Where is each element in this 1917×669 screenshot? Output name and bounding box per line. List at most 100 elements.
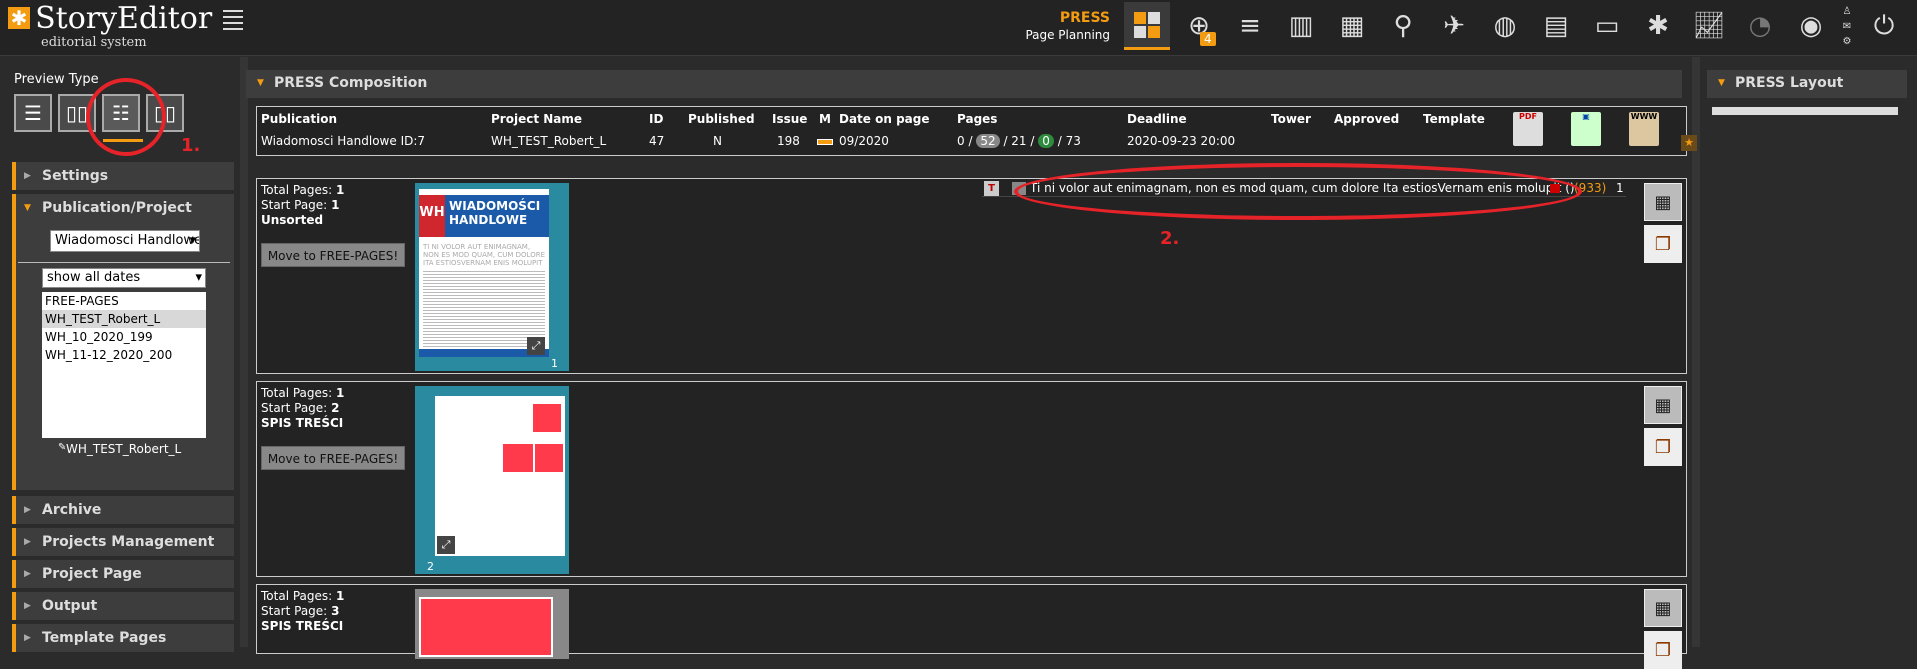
pdf-file-icon[interactable]: PDF <box>1513 112 1543 146</box>
text-tool-button[interactable]: ≡ <box>1227 2 1273 50</box>
section-label: Projects Management <box>42 534 215 550</box>
copy-pages-button[interactable]: ❐ <box>1644 631 1682 669</box>
total-pages: Total Pages: 1 <box>261 386 345 400</box>
rss-icon: ◔ <box>1748 11 1772 41</box>
pin-icon: ✎ <box>58 442 67 453</box>
calendar-icon: ▦ <box>1339 11 1365 41</box>
cover-headline: TI NI VOLOR AUT ENIMAGNAM, NON ES MOD QU… <box>423 243 545 267</box>
bird-tool-button[interactable]: ✈ <box>1431 2 1477 50</box>
page-thumbnail[interactable]: WH WIADOMOŚCI HANDLOWE TI NI VOLOR AUT E… <box>415 183 569 371</box>
section-projects-management[interactable]: ▶ Projects Management <box>12 528 234 556</box>
date-filter-select[interactable]: show all dates <box>42 268 206 288</box>
cell-issue: 198 <box>777 134 800 148</box>
mail-icon[interactable]: ✉ <box>1840 19 1854 34</box>
rss-tool-button[interactable]: ◔ <box>1737 2 1783 50</box>
section-template-pages[interactable]: ▶ Template Pages <box>12 624 234 652</box>
page-layout-button[interactable]: ▦ <box>1644 183 1682 221</box>
move-to-free-pages-button[interactable]: Move to FREE-PAGES! <box>261 446 405 470</box>
project-item[interactable]: WH_10_2020_199 <box>42 328 206 346</box>
row-info: Total Pages: 1 Start Page: 1 Unsorted <box>261 183 344 228</box>
module-indicator: PRESS Page Planning <box>1025 10 1110 42</box>
project-item[interactable]: WH_11-12_2020_200 <box>42 346 206 364</box>
masthead-badge: WH <box>419 195 445 237</box>
header-publication: Publication <box>261 112 338 126</box>
globe-tool-button[interactable]: ◍ <box>1482 2 1528 50</box>
move-to-free-pages-button[interactable]: Move to FREE-PAGES! <box>261 243 405 267</box>
header-project-name: Project Name <box>491 112 583 126</box>
annotation-circle-2 <box>1014 163 1582 220</box>
www-file-icon[interactable]: WWW <box>1629 112 1659 146</box>
users-tool-button[interactable]: ◉ <box>1788 2 1834 50</box>
header-approved: Approved <box>1334 112 1400 126</box>
section-label: Settings <box>42 168 109 184</box>
grid-layout-icon: ▦ <box>1654 394 1672 416</box>
divider <box>18 262 230 263</box>
expand-icon[interactable]: ⤢ <box>437 536 455 554</box>
header-published: Published <box>688 112 755 126</box>
app-logo[interactable]: ✱ StoryEditor editorial system <box>8 4 244 50</box>
section-label: Archive <box>42 502 102 518</box>
red-block <box>503 444 533 472</box>
composition-header[interactable]: ▼ PRESS Composition <box>246 70 1682 98</box>
composition-title: PRESS Composition <box>274 75 428 91</box>
table-tool-button[interactable]: ▤ <box>1533 2 1579 50</box>
top-bar: ✱ StoryEditor editorial system PRESS Pag… <box>0 0 1917 56</box>
section-publication-project[interactable]: ▼ Publication/Project <box>12 194 234 222</box>
page-layout-button[interactable]: ▦ <box>1644 386 1682 424</box>
header-id: ID <box>649 112 664 126</box>
hamburger-menu-icon[interactable] <box>223 10 244 34</box>
layout-header[interactable]: ▼ PRESS Layout <box>1707 70 1907 98</box>
project-list[interactable]: FREE-PAGES WH_TEST_Robert_L WH_10_2020_1… <box>42 292 206 438</box>
search-icon: ⚲ <box>1393 11 1413 41</box>
section-settings[interactable]: ▶ Settings <box>12 162 234 190</box>
annotation-label-2: 2. <box>1160 228 1180 249</box>
page-layout-button[interactable]: ▦ <box>1644 589 1682 627</box>
current-project: ✎ WH_TEST_Robert_L <box>58 442 182 456</box>
module-title: PRESS <box>1059 10 1110 26</box>
cell-publication: Wiadomosci Handlowe ID:7 <box>261 134 426 148</box>
calendar-tool-button[interactable]: ▦ <box>1329 2 1375 50</box>
template-star-icon[interactable]: ★ <box>1681 135 1697 151</box>
page-thumbnail[interactable]: ⤢ 2 <box>415 386 569 574</box>
add-tool-button[interactable]: ⊕ 4 <box>1176 2 1222 50</box>
search-tool-button[interactable]: ⚲ <box>1380 2 1426 50</box>
article-count: 1 <box>1616 181 1624 195</box>
page-row-2: Total Pages: 1 Start Page: 2 SPIS TREŚCI… <box>256 381 1687 577</box>
total-pages: Total Pages: 1 <box>261 183 345 197</box>
left-divider[interactable] <box>240 57 248 647</box>
layout-panel <box>1707 70 1907 647</box>
star-logo-icon: ✱ <box>8 7 30 29</box>
project-item-selected[interactable]: WH_TEST_Robert_L <box>42 310 206 328</box>
copy-pages-button[interactable]: ❐ <box>1644 225 1682 263</box>
power-button[interactable]: ⏻ <box>1861 2 1907 50</box>
pages-count: 0 / <box>957 134 973 148</box>
image-file-icon[interactable]: ▣ <box>1571 112 1601 146</box>
page-row-3: Total Pages: 1 Start Page: 3 SPIS TREŚCI… <box>256 584 1687 669</box>
tv-icon: ▭ <box>1594 11 1620 41</box>
publication-select[interactable]: Wiadomosci Handlowe <box>50 230 200 252</box>
asterisk-tool-button[interactable]: ✱ <box>1635 2 1681 50</box>
project-item[interactable]: FREE-PAGES <box>42 292 206 310</box>
user-icon[interactable]: ♙ <box>1840 4 1854 19</box>
collapsed-arrow-icon: ▶ <box>24 171 31 181</box>
expand-icon[interactable]: ⤢ <box>527 337 545 355</box>
current-project-label: WH_TEST_Robert_L <box>66 442 182 456</box>
section-project-page-manipulation[interactable]: ▶Project Page Manipulation <box>12 560 234 610</box>
section-label: Output <box>42 598 98 614</box>
section-output[interactable]: ▶ Output <box>12 592 234 620</box>
preview-type-label: Preview Type <box>14 72 99 87</box>
app-subtitle: editorial system <box>41 35 147 50</box>
film-tool-button[interactable]: ▥ <box>1278 2 1324 50</box>
section-archive[interactable]: ▶ Archive <box>12 496 234 524</box>
start-page: Start Page: 3 <box>261 604 340 618</box>
preview-list-button[interactable]: ☰ <box>14 94 52 132</box>
tv-tool-button[interactable]: ▭ <box>1584 2 1630 50</box>
page-thumbnail[interactable] <box>415 589 569 659</box>
page-planning-tool-button[interactable] <box>1124 2 1170 50</box>
grid-layout-icon: ▦ <box>1654 191 1672 213</box>
gear-icon[interactable]: ⚙ <box>1840 34 1854 49</box>
copy-pages-button[interactable]: ❐ <box>1644 428 1682 466</box>
row-info: Total Pages: 1 Start Page: 2 SPIS TREŚCI <box>261 386 344 431</box>
header-m: M <box>819 112 831 126</box>
chart-tool-button[interactable]: 📈︎ <box>1686 2 1732 50</box>
